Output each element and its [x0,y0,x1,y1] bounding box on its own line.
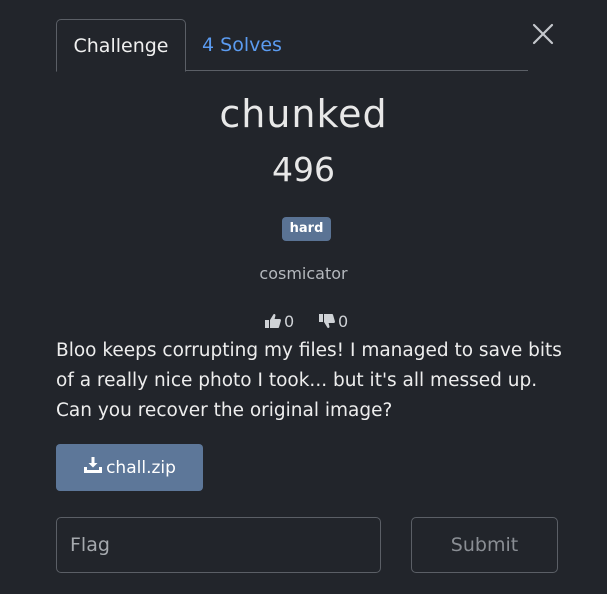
upvote-count: 0 [284,311,295,331]
difficulty-badge: hard [282,217,331,241]
challenge-points: 496 [272,150,335,189]
close-icon[interactable] [532,23,554,45]
thumbs-down-icon [318,313,336,329]
challenge-tabs: Challenge 4 Solves [56,19,528,72]
attachment-filename: chall.zip [106,457,176,478]
tab-solves[interactable]: 4 Solves [186,19,298,71]
tab-challenge[interactable]: Challenge [56,19,186,72]
challenge-title: chunked [219,92,388,136]
download-icon [83,456,106,479]
submit-button[interactable]: Submit [411,517,558,573]
download-attachment-button[interactable]: chall.zip [56,444,203,491]
downvote-button[interactable]: 0 [318,311,348,331]
thumbs-up-icon [264,313,282,329]
challenge-description: Bloo keeps corrupting my files! I manage… [56,340,562,421]
challenge-author: cosmicator [259,264,348,283]
downvote-count: 0 [338,311,349,331]
flag-input[interactable] [56,517,381,573]
upvote-button[interactable]: 0 [264,311,294,331]
